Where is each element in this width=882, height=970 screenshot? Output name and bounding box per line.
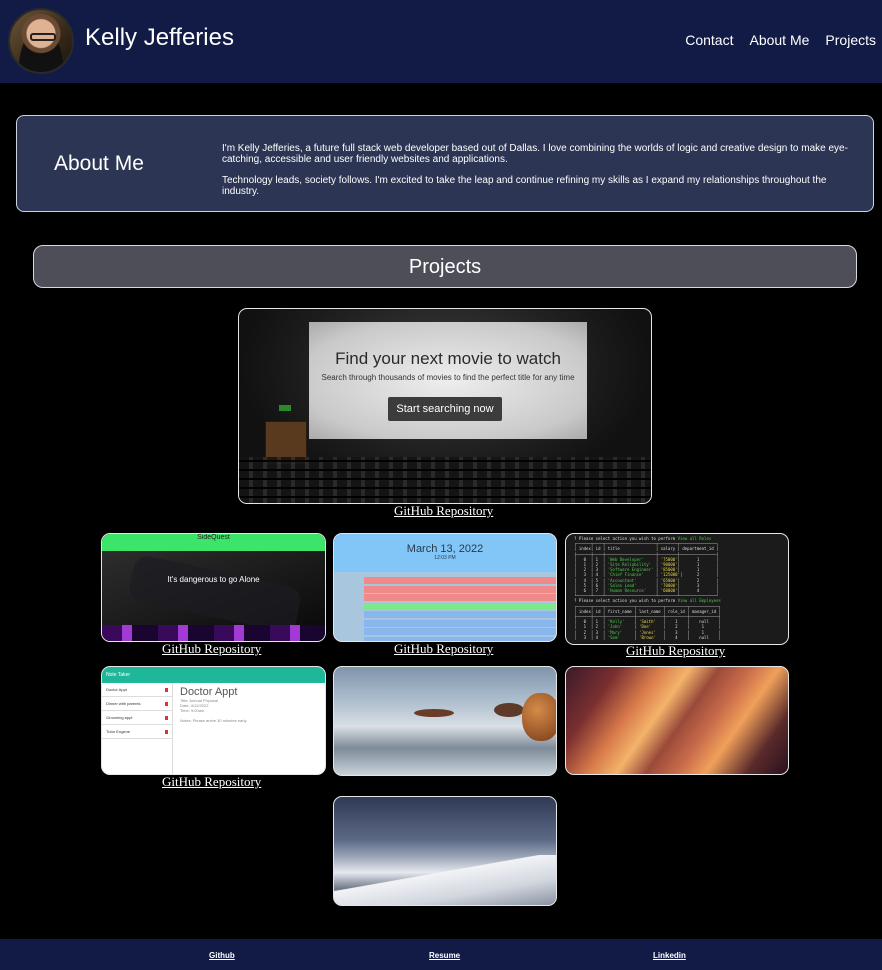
planner-row [364,577,556,584]
note-detail-line: Time: 9:00am [180,708,205,713]
projects-heading-bar: Projects [33,245,857,288]
nav-projects[interactable]: Projects [825,32,876,48]
nav-about-me[interactable]: About Me [749,32,809,48]
note-heading: Doctor Appt [180,686,238,698]
theater-screen: Find your next movie to watch Search thr… [309,322,587,439]
repo-link-employee-tracker[interactable]: GitHub Repository [626,643,725,659]
planner-header: March 13, 2022 12:03 PM [334,534,556,572]
about-paragraph-1: I'm Kelly Jefferies, a future full stack… [222,143,848,165]
note-list-item[interactable]: Tutor Eugene [102,725,172,739]
footer-link-linkedin[interactable]: Linkedin [653,951,686,960]
theater-seats [239,457,651,503]
main-nav: Contact About Me Projects [685,32,876,48]
trash-icon[interactable] [165,688,168,692]
repo-link-sidequest[interactable]: GitHub Repository [162,641,261,657]
project-card-beach-image[interactable] [333,666,557,776]
planner-row [364,611,556,618]
site-footer: Github Resume Linkedin [0,939,882,970]
trash-icon[interactable] [165,730,168,734]
project-card-sidequest[interactable]: SideQuest It's dangerous to go Alone [101,533,326,642]
project-card-employee-tracker[interactable]: ? Please select action you wish to perfo… [565,533,789,645]
sidequest-hero: It's dangerous to go Alone [102,551,325,635]
trash-icon[interactable] [165,716,168,720]
about-paragraph-2: Technology leads, society follows. I'm e… [222,175,827,197]
repo-link-note-taker[interactable]: GitHub Repository [162,774,261,790]
sidequest-tagline: It's dangerous to go Alone [167,575,260,584]
note-list-item-label: Doctor Appt [106,687,127,692]
about-text: I'm Kelly Jefferies, a future full stack… [222,143,862,197]
project-card-mountain-image[interactable] [333,796,557,906]
planner-row [364,585,556,593]
start-searching-button[interactable]: Start searching now [388,397,502,421]
planner-date: March 13, 2022 [406,543,484,555]
sidequest-brand: SideQuest [197,534,230,541]
note-list: Doctor Appt Dinner with parents Grooming… [102,683,173,774]
planner-row [364,594,556,601]
rock-shape [494,703,524,717]
project-card-note-taker[interactable]: Note Taker Doctor Appt Dinner with paren… [101,666,326,775]
note-list-item[interactable]: Doctor Appt [102,683,172,697]
rock-shape [522,693,556,741]
snowy-mountain-shape [334,855,556,905]
about-section: About Me I'm Kelly Jefferies, a future f… [16,115,874,212]
planner-rows [364,577,556,641]
planner-row [364,602,556,610]
note-taker-navbar: Note Taker [102,667,325,683]
avatar-glasses [30,33,56,41]
repo-link-day-planner[interactable]: GitHub Repository [394,641,493,657]
note-list-item-label: Dinner with parents [106,701,141,706]
note-taker-title: Note Taker [106,672,131,678]
rock-shape [414,709,454,717]
footer-link-github[interactable]: Github [209,951,235,960]
movie-headline: Find your next movie to watch [335,349,561,368]
sidequest-navbar: SideQuest [102,534,325,551]
repo-link-movie-finder[interactable]: GitHub Repository [394,503,493,519]
trash-icon[interactable] [165,702,168,706]
handheld-console-image [127,553,303,635]
note-list-item-label: Tutor Eugene [106,729,131,734]
project-card-canyon-image[interactable] [565,666,789,775]
site-title: Kelly Jefferies [85,24,234,51]
planner-row [364,628,556,635]
planner-row [364,619,556,627]
note-list-item-label: Grooming appt [106,715,133,720]
note-list-item[interactable]: Grooming appt [102,711,172,725]
project-card-day-planner[interactable]: March 13, 2022 12:03 PM [333,533,557,642]
movie-subtext: Search through thousands of movies to fi… [321,373,575,382]
terminal-output: ? Please select action you wish to perfo… [574,536,721,640]
note-list-item[interactable]: Dinner with parents [102,697,172,711]
planner-time: 12:03 PM [434,555,456,561]
exit-sign [279,405,291,411]
note-detail-line: Notes: Please arrive 30 minutes early. [180,718,248,723]
sidequest-gallery-strip [102,625,325,641]
project-card-movie-finder[interactable]: Find your next movie to watch Search thr… [238,308,652,504]
footer-link-resume[interactable]: Resume [429,951,460,960]
projects-heading: Projects [408,256,482,278]
site-header: Kelly Jefferies Contact About Me Project… [0,0,882,83]
about-heading: About Me [54,152,144,175]
nav-contact[interactable]: Contact [685,32,733,48]
avatar [8,8,74,74]
note-detail: Doctor Appt Title: Annual Physical Date:… [180,686,247,723]
